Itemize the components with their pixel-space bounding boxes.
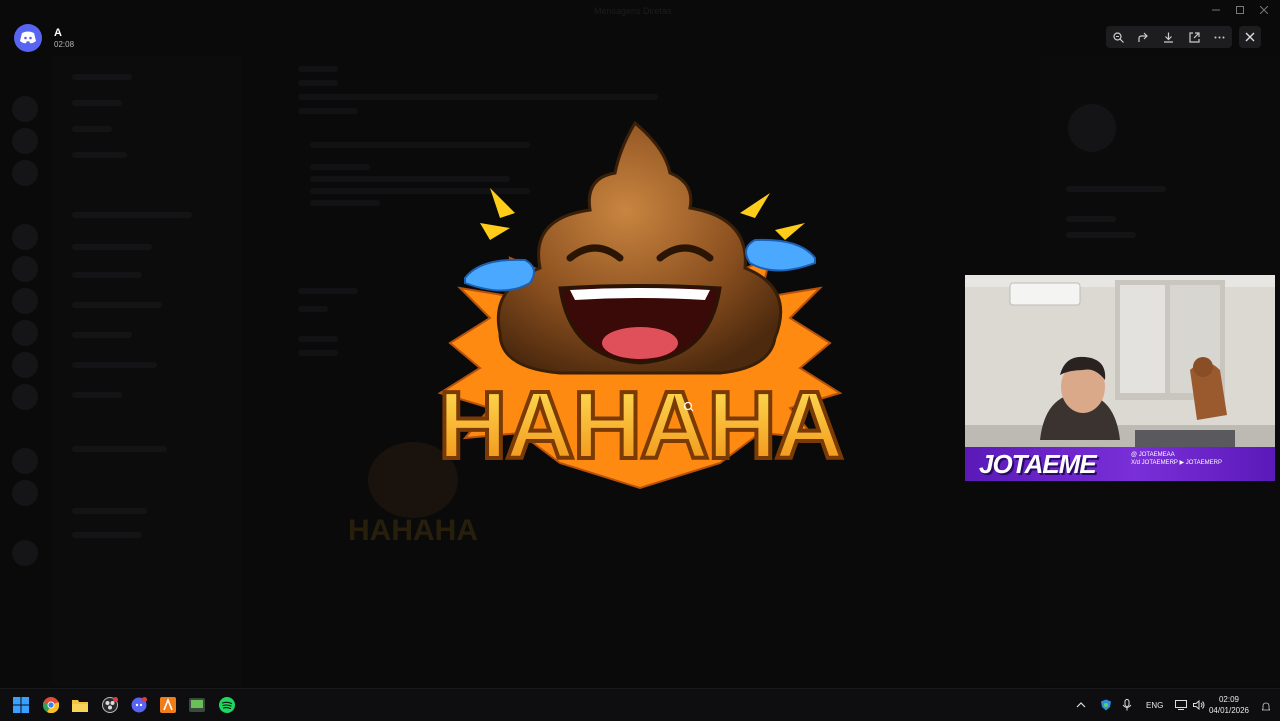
taskbar-obs[interactable]	[100, 695, 120, 715]
taskbar-discord[interactable]	[129, 695, 149, 715]
close-icon	[1245, 32, 1255, 42]
streamer-name: JOTAEME	[979, 449, 1097, 479]
maximize-button[interactable]	[1230, 2, 1250, 18]
open-in-browser-button[interactable]	[1185, 28, 1203, 46]
system-tray: ENG	[1076, 689, 1205, 721]
social-line: @ JOTAEMEAA	[1131, 452, 1175, 458]
message-timestamp: 02:08	[54, 39, 75, 49]
minimize-button[interactable]	[1206, 2, 1226, 18]
webcam-overlay: JOTAEME @ JOTAEMEAA X/d JOTAEMERP ▶ JOTA…	[965, 275, 1275, 481]
image-toolbar	[1106, 26, 1232, 48]
svg-text:HAHAHA: HAHAHA	[348, 514, 478, 547]
close-window-button[interactable]	[1254, 2, 1274, 18]
app-green-icon	[189, 698, 205, 712]
social-line: X/d JOTAEMERP ▶ JOTAEMERP	[1131, 460, 1222, 466]
window-controls	[1206, 2, 1274, 18]
image-author: A 02:08	[14, 24, 74, 52]
close-window-icon	[1260, 6, 1268, 14]
forward-icon	[1138, 32, 1149, 42]
discord-icon	[131, 697, 147, 713]
taskbar-file-explorer[interactable]	[70, 695, 90, 715]
security-icon[interactable]	[1100, 699, 1112, 711]
notifications-button[interactable]	[1261, 699, 1271, 711]
taskbar: ENG 02:09 04/01/2026	[0, 688, 1280, 721]
obs-icon	[102, 697, 118, 713]
forward-button[interactable]	[1135, 28, 1153, 46]
language-indicator[interactable]: ENG	[1146, 701, 1163, 710]
more-icon	[1214, 36, 1225, 38]
system-clock[interactable]: 02:09 04/01/2026	[1202, 694, 1256, 716]
laughing-poop-sticker: HAHAHA	[436, 120, 846, 490]
chrome-icon	[43, 697, 59, 713]
author-name: A	[54, 26, 62, 39]
minimize-icon	[1212, 9, 1220, 11]
discord-logo-icon	[20, 31, 36, 44]
bell-icon	[1261, 702, 1271, 711]
clock-time: 02:09	[1218, 695, 1240, 704]
windows-start-icon	[13, 697, 29, 713]
open-in-browser-icon	[1189, 31, 1200, 43]
clock-date: 04/01/2026	[1208, 706, 1250, 715]
spotify-icon	[219, 697, 235, 713]
streamer-socials: @ JOTAEMEAA X/d JOTAEMERP ▶ JOTAEMERP	[1131, 451, 1222, 467]
zoom-button[interactable]	[1110, 28, 1128, 46]
start-button[interactable]	[11, 695, 31, 715]
taskbar-spotify[interactable]	[217, 695, 237, 715]
network-icon[interactable]	[1175, 700, 1188, 710]
tear-left	[464, 258, 535, 292]
app-orange-icon	[160, 697, 176, 713]
more-button[interactable]	[1210, 28, 1228, 46]
avatar[interactable]	[14, 24, 42, 52]
image-caption: HAHAHA	[438, 372, 842, 479]
download-button[interactable]	[1160, 28, 1178, 46]
dm-list	[52, 56, 242, 686]
taskbar-app-orange[interactable]	[158, 695, 178, 715]
download-icon	[1164, 32, 1174, 43]
maximize-icon	[1236, 6, 1244, 14]
taskbar-chrome[interactable]	[41, 695, 61, 715]
taskbar-app-green[interactable]	[187, 695, 207, 715]
profile-avatar	[1068, 104, 1116, 152]
microphone-icon[interactable]	[1122, 699, 1132, 711]
window-title: Mensagens Diretas	[594, 6, 672, 16]
chevron-up-icon[interactable]	[1076, 701, 1086, 709]
file-explorer-icon	[72, 700, 88, 712]
streamer-banner: JOTAEME @ JOTAEMEAA X/d JOTAEMERP ▶ JOTA…	[965, 447, 1275, 481]
tear-right	[745, 238, 816, 272]
zoom-icon	[1113, 31, 1125, 43]
server-list	[0, 56, 52, 686]
close-viewer-button[interactable]	[1239, 26, 1261, 48]
